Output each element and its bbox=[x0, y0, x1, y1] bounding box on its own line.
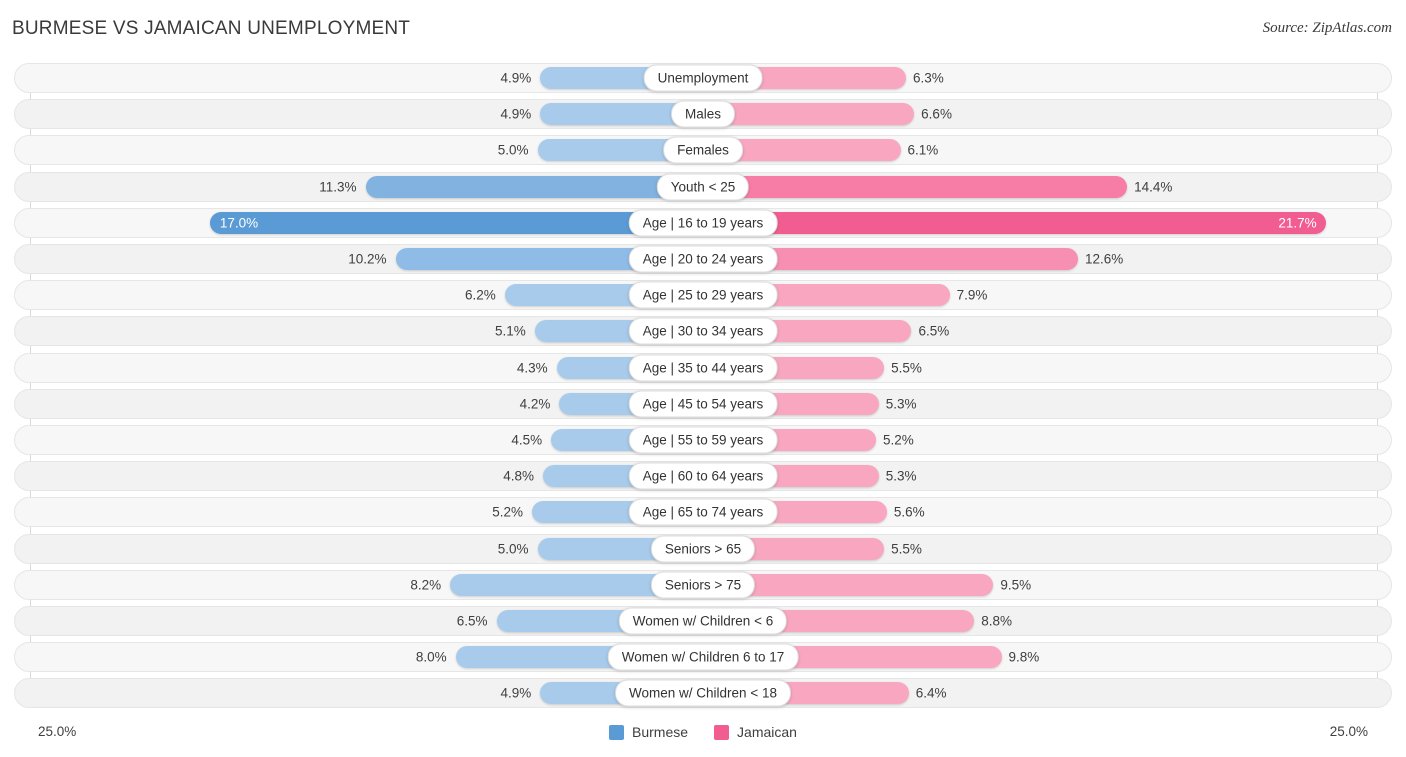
table-row[interactable]: 5.1% 6.5% Age | 30 to 34 years bbox=[14, 316, 1392, 347]
bar-burmese[interactable] bbox=[365, 175, 704, 198]
table-row[interactable]: 6.5% 8.8% Women w/ Children < 6 bbox=[14, 606, 1392, 636]
table-row[interactable]: 11.3% 14.4% Youth < 25 bbox=[14, 171, 1392, 202]
category-label: Unemployment bbox=[643, 64, 763, 92]
diverging-bar-chart: 4.9% 6.3% Unemployment 4.9% 6.6% Males 5.0% 6.1… bbox=[0, 63, 1406, 718]
value-label-burmese: 5.1% bbox=[495, 323, 526, 339]
category-label: Women w/ Children 6 to 17 bbox=[607, 643, 799, 671]
table-row[interactable]: 10.2% 12.6% Age | 20 to 24 years bbox=[14, 244, 1392, 274]
category-label: Women w/ Children < 18 bbox=[615, 679, 791, 707]
chart-footer: 25.0% 25.0% Burmese Jamaican bbox=[0, 718, 1406, 752]
value-label-jamaican: 6.4% bbox=[915, 685, 947, 701]
legend-label: Burmese bbox=[632, 724, 689, 740]
table-row[interactable]: 4.9% 6.4% Women w/ Children < 18 bbox=[14, 678, 1392, 709]
table-row[interactable]: 8.2% 9.5% Seniors > 75 bbox=[14, 569, 1392, 600]
table-row[interactable]: 6.2% 7.9% Age | 25 to 29 years bbox=[14, 280, 1392, 311]
category-label: Age | 30 to 34 years bbox=[628, 317, 778, 345]
value-label-jamaican: 5.3% bbox=[885, 396, 917, 412]
source-attribution: Source: ZipAtlas.com bbox=[1262, 20, 1392, 36]
table-row[interactable]: 4.2% 5.3% Age | 45 to 54 years bbox=[14, 388, 1392, 419]
category-label: Age | 45 to 54 years bbox=[628, 390, 778, 418]
category-label: Age | 60 to 64 years bbox=[628, 462, 778, 490]
bar-jamaican[interactable] bbox=[704, 175, 1128, 198]
value-label-burmese: 4.3% bbox=[516, 360, 548, 376]
value-label-burmese: 5.0% bbox=[497, 142, 529, 158]
value-label-burmese: 6.2% bbox=[464, 287, 496, 303]
value-label-jamaican: 5.3% bbox=[885, 468, 917, 484]
legend-item-burmese[interactable]: Burmese bbox=[609, 724, 688, 740]
value-label-burmese: 17.0% bbox=[219, 215, 259, 231]
value-label-jamaican: 14.4% bbox=[1134, 179, 1173, 195]
bar-jamaican[interactable] bbox=[704, 103, 915, 126]
value-label-burmese: 10.2% bbox=[348, 251, 387, 267]
table-row[interactable]: 17.0% 21.7% Age | 16 to 19 years bbox=[14, 207, 1392, 238]
value-label-burmese: 4.5% bbox=[511, 432, 543, 448]
page-title: BURMESE VS JAMAICAN UNEMPLOYMENT bbox=[12, 18, 411, 39]
category-label: Seniors > 65 bbox=[650, 535, 756, 563]
value-label-jamaican: 5.5% bbox=[891, 360, 922, 376]
value-label-burmese: 4.2% bbox=[519, 396, 551, 412]
value-label-jamaican: 12.6% bbox=[1084, 251, 1124, 267]
table-row[interactable]: 4.3% 5.5% Age | 35 to 44 years bbox=[14, 352, 1392, 383]
legend-swatch-icon bbox=[714, 724, 730, 740]
chart-legend: Burmese Jamaican bbox=[0, 724, 1406, 740]
value-label-burmese: 4.8% bbox=[503, 468, 534, 484]
table-row[interactable]: 5.2% 5.6% Age | 65 to 74 years bbox=[14, 497, 1392, 528]
legend-swatch-icon bbox=[609, 724, 625, 740]
value-label-jamaican: 6.5% bbox=[918, 323, 950, 339]
value-label-burmese: 11.3% bbox=[319, 179, 357, 195]
value-label-burmese: 4.9% bbox=[500, 70, 532, 86]
value-label-jamaican: 9.8% bbox=[1008, 649, 1040, 665]
value-label-jamaican: 5.5% bbox=[891, 541, 922, 557]
value-label-burmese: 6.5% bbox=[456, 613, 488, 629]
category-label: Females bbox=[663, 136, 743, 164]
category-label: Age | 25 to 29 years bbox=[628, 281, 778, 309]
table-row[interactable]: 4.9% 6.3% Unemployment bbox=[14, 63, 1392, 93]
value-label-burmese: 4.9% bbox=[500, 106, 532, 122]
value-label-burmese: 4.9% bbox=[500, 685, 532, 701]
table-row[interactable]: 5.0% 6.1% Females bbox=[14, 135, 1392, 166]
legend-item-jamaican[interactable]: Jamaican bbox=[714, 724, 797, 740]
value-label-jamaican: 5.6% bbox=[893, 504, 925, 520]
category-label: Age | 65 to 74 years bbox=[628, 498, 778, 526]
table-row[interactable]: 4.9% 6.6% Males bbox=[14, 99, 1392, 130]
value-label-jamaican: 6.3% bbox=[912, 70, 944, 86]
value-label-jamaican: 7.9% bbox=[956, 287, 988, 303]
category-label: Youth < 25 bbox=[656, 173, 750, 201]
value-label-jamaican: 6.1% bbox=[907, 142, 939, 158]
value-label-burmese: 8.2% bbox=[410, 577, 442, 593]
value-label-burmese: 5.0% bbox=[497, 541, 529, 557]
category-label: Seniors > 75 bbox=[650, 571, 756, 599]
value-label-burmese: 8.0% bbox=[415, 649, 447, 665]
value-label-burmese: 5.2% bbox=[492, 504, 524, 520]
table-row[interactable]: 8.0% 9.8% Women w/ Children 6 to 17 bbox=[14, 642, 1392, 673]
category-label: Age | 20 to 24 years bbox=[628, 245, 778, 273]
value-label-jamaican: 8.8% bbox=[981, 613, 1013, 629]
category-label: Age | 55 to 59 years bbox=[628, 426, 778, 454]
table-row[interactable]: 4.5% 5.2% Age | 55 to 59 years bbox=[14, 425, 1392, 455]
category-label: Age | 35 to 44 years bbox=[628, 354, 778, 382]
table-row[interactable]: 4.8% 5.3% Age | 60 to 64 years bbox=[14, 461, 1392, 492]
table-row[interactable]: 5.0% 5.5% Seniors > 65 bbox=[14, 533, 1392, 564]
bar-jamaican[interactable] bbox=[704, 211, 1327, 234]
value-label-jamaican: 21.7% bbox=[1278, 215, 1317, 231]
value-label-jamaican: 6.6% bbox=[921, 106, 952, 122]
category-label: Age | 16 to 19 years bbox=[628, 209, 778, 237]
value-label-jamaican: 9.5% bbox=[1000, 577, 1032, 593]
category-label: Women w/ Children < 6 bbox=[618, 607, 788, 635]
value-label-jamaican: 5.2% bbox=[882, 432, 914, 448]
legend-label: Jamaican bbox=[737, 724, 797, 740]
category-label: Males bbox=[670, 100, 736, 128]
